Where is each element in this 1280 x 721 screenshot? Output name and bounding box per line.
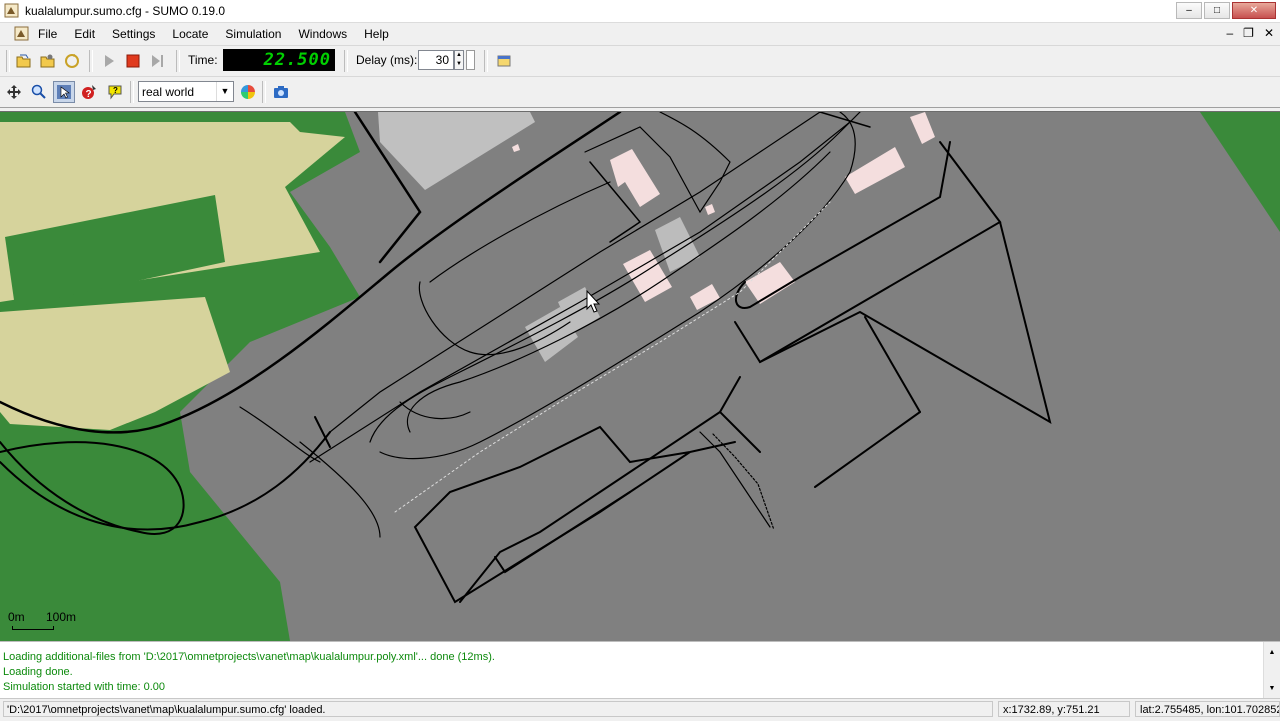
message-line: Simulation started with time: 0.00 (3, 681, 166, 693)
scroll-down-icon[interactable]: ▼ (1264, 682, 1280, 696)
reload-button[interactable] (61, 50, 83, 72)
delay-label: Delay (ms): (356, 53, 418, 67)
toolbar-separator (484, 50, 488, 72)
simulation-time-display: 22.500 (223, 49, 335, 71)
additional-info-button[interactable]: ? (104, 81, 126, 103)
toolbar-separator (344, 50, 348, 72)
select-cursor-icon (57, 85, 71, 99)
close-button[interactable]: ✕ (1232, 2, 1276, 19)
message-line: Loading done. (3, 666, 73, 678)
geo-coordinates: lat:2.755485, lon:101.702852 (1135, 701, 1280, 717)
main-toolbar: Time: 22.500 Delay (ms): 30 ▲ ▼ (0, 46, 1280, 77)
play-icon (105, 55, 114, 67)
recenter-view-button[interactable] (3, 81, 25, 103)
scale-line (12, 626, 54, 630)
open-network-icon (40, 54, 55, 68)
camera-icon (274, 86, 288, 98)
toolbar-separator (130, 81, 134, 103)
message-line: Loading additional-files from 'D:\2017\o… (3, 651, 495, 663)
mdi-window-icon[interactable] (14, 26, 29, 41)
minimize-button[interactable]: – (1176, 2, 1202, 19)
status-message: 'D:\2017\omnetprojects\vanet\map\kualalu… (3, 701, 993, 717)
menu-locate[interactable]: Locate (172, 27, 208, 41)
svg-text:?: ? (113, 86, 118, 95)
menu-bar: File Edit Settings Locate Simulation Win… (0, 23, 1280, 46)
time-label: Time: (188, 53, 218, 67)
network-map-view[interactable]: 0m 100m (0, 111, 1280, 641)
scale-bar: 0m 100m (6, 610, 84, 634)
message-scrollbar[interactable]: ▲ ▼ (1263, 642, 1280, 698)
toolbar-separator (262, 81, 266, 103)
edit-window-icon (497, 55, 511, 67)
maximize-button[interactable]: □ (1204, 2, 1230, 19)
viewport-scheme-value: real world (142, 85, 195, 99)
message-window: Loading additional-files from 'D:\2017\o… (0, 641, 1280, 698)
scale-start-label: 0m (8, 610, 25, 624)
select-mode-button[interactable] (53, 81, 75, 103)
open-folder-icon (16, 54, 31, 68)
sumo-app-icon (4, 3, 19, 18)
delay-spinner[interactable]: ▲ ▼ (454, 50, 464, 70)
move-arrows-icon (7, 85, 21, 99)
cursor-coordinates: x:1732.89, y:751.21 (998, 701, 1130, 717)
step-icon (152, 55, 163, 67)
color-wheel-icon (241, 85, 255, 99)
screenshot-button[interactable] (270, 81, 292, 103)
delay-input[interactable]: 30 (418, 50, 454, 70)
locate-button[interactable]: ? (78, 81, 100, 103)
status-bar: 'D:\2017\omnetprojects\vanet\map\kualalu… (0, 698, 1280, 721)
svg-text:?: ? (86, 89, 92, 100)
speech-bubble-icon: ? (108, 85, 122, 100)
edit-coloring-button[interactable] (237, 81, 259, 103)
toolbar-separator (176, 50, 180, 72)
scroll-up-icon[interactable]: ▲ (1264, 646, 1280, 660)
stop-icon (126, 54, 140, 68)
scale-end-label: 100m (46, 610, 77, 624)
open-simulation-button[interactable] (13, 50, 35, 72)
open-network-button[interactable] (37, 50, 59, 72)
run-button[interactable] (98, 50, 120, 72)
delay-slider[interactable] (466, 50, 475, 70)
menu-edit[interactable]: Edit (74, 27, 95, 41)
editor-button[interactable] (493, 50, 515, 72)
zoom-button[interactable] (28, 81, 50, 103)
mdi-close-button[interactable]: ✕ (1264, 26, 1274, 40)
toolbar-grip (6, 50, 10, 72)
title-bar: kualalumpur.sumo.cfg - SUMO 0.19.0 – □ ✕ (0, 0, 1280, 23)
menu-file[interactable]: File (38, 27, 57, 41)
mdi-restore-button[interactable]: ❐ (1243, 26, 1254, 40)
menu-windows[interactable]: Windows (298, 27, 347, 41)
magnifier-icon (31, 84, 46, 99)
stop-button[interactable] (122, 50, 144, 72)
viewport-scheme-select[interactable]: real world ▼ (138, 81, 234, 102)
view-toolbar: ? ? real world ▼ (0, 77, 1280, 108)
locate-question-icon: ? (82, 85, 96, 100)
menu-settings[interactable]: Settings (112, 27, 155, 41)
window-title: kualalumpur.sumo.cfg - SUMO 0.19.0 (25, 4, 226, 18)
reload-icon (65, 54, 79, 68)
toolbar-separator (89, 50, 93, 72)
network-canvas[interactable] (0, 112, 1280, 641)
mdi-minimize-button[interactable]: – (1226, 26, 1233, 40)
menu-help[interactable]: Help (364, 27, 389, 41)
menu-simulation[interactable]: Simulation (225, 27, 281, 41)
step-button[interactable] (146, 50, 168, 72)
chevron-down-icon[interactable]: ▼ (216, 82, 233, 101)
